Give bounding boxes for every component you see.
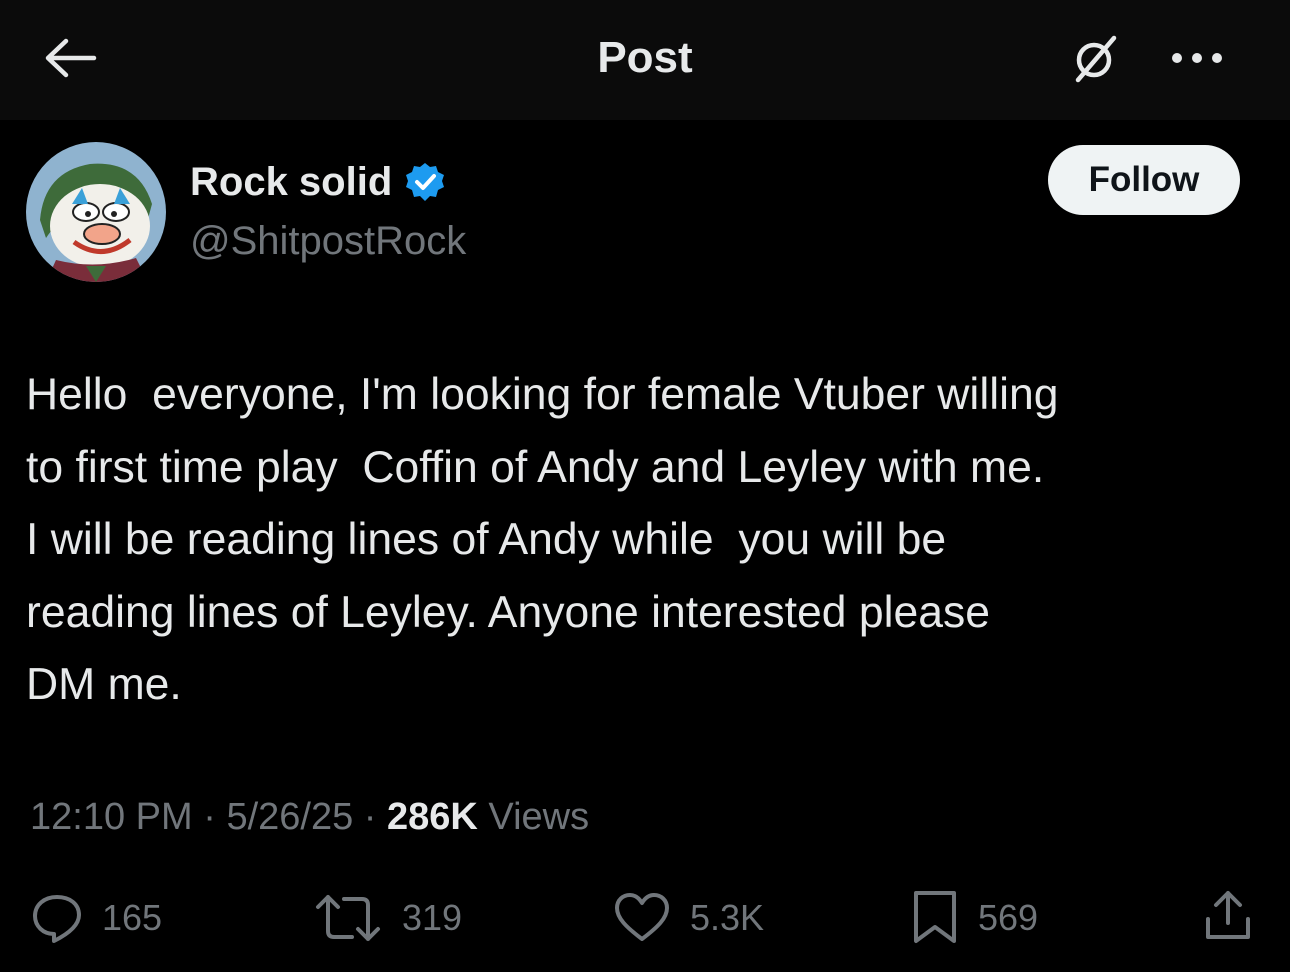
author-handle[interactable]: @ShitpostRock <box>190 216 466 266</box>
back-button[interactable] <box>40 30 100 90</box>
grok-button[interactable] <box>1066 30 1126 90</box>
meta-separator: · <box>203 796 216 838</box>
verified-badge-icon <box>404 161 446 203</box>
repost-icon <box>312 891 384 945</box>
like-button[interactable]: 5.3K <box>612 888 764 948</box>
views-label: Views <box>488 796 590 838</box>
bookmark-icon <box>910 889 960 947</box>
more-options-button[interactable] <box>1162 30 1232 90</box>
repost-button[interactable]: 319 <box>312 888 462 948</box>
grok-icon <box>1072 32 1120 89</box>
bookmark-button[interactable]: 569 <box>910 888 1038 948</box>
meta-separator: · <box>363 796 377 838</box>
post-date[interactable]: 5/26/25 <box>226 796 353 838</box>
author-name-row[interactable]: Rock solid <box>190 156 446 208</box>
more-horizontal-icon <box>1167 50 1227 71</box>
views-count: 286K <box>387 796 478 838</box>
share-button[interactable] <box>1198 888 1258 948</box>
reply-icon <box>30 891 84 945</box>
post-time[interactable]: 12:10 PM <box>30 796 193 838</box>
repost-count: 319 <box>402 897 463 938</box>
display-name: Rock solid <box>190 160 393 204</box>
reply-button[interactable]: 165 <box>30 888 162 948</box>
share-icon <box>1203 889 1253 948</box>
heart-icon <box>612 891 672 945</box>
avatar[interactable] <box>26 142 166 282</box>
post-meta: 12:10 PM · 5/26/25 · 286K Views <box>30 792 589 842</box>
follow-button[interactable]: Follow <box>1048 145 1240 215</box>
arrow-left-icon <box>42 36 98 85</box>
top-bar: Post <box>0 0 1290 120</box>
bookmark-count: 569 <box>978 897 1039 938</box>
post-text: Hello everyone, I'm looking for female V… <box>26 370 1059 709</box>
like-count: 5.3K <box>690 897 765 938</box>
reply-count: 165 <box>102 897 163 938</box>
